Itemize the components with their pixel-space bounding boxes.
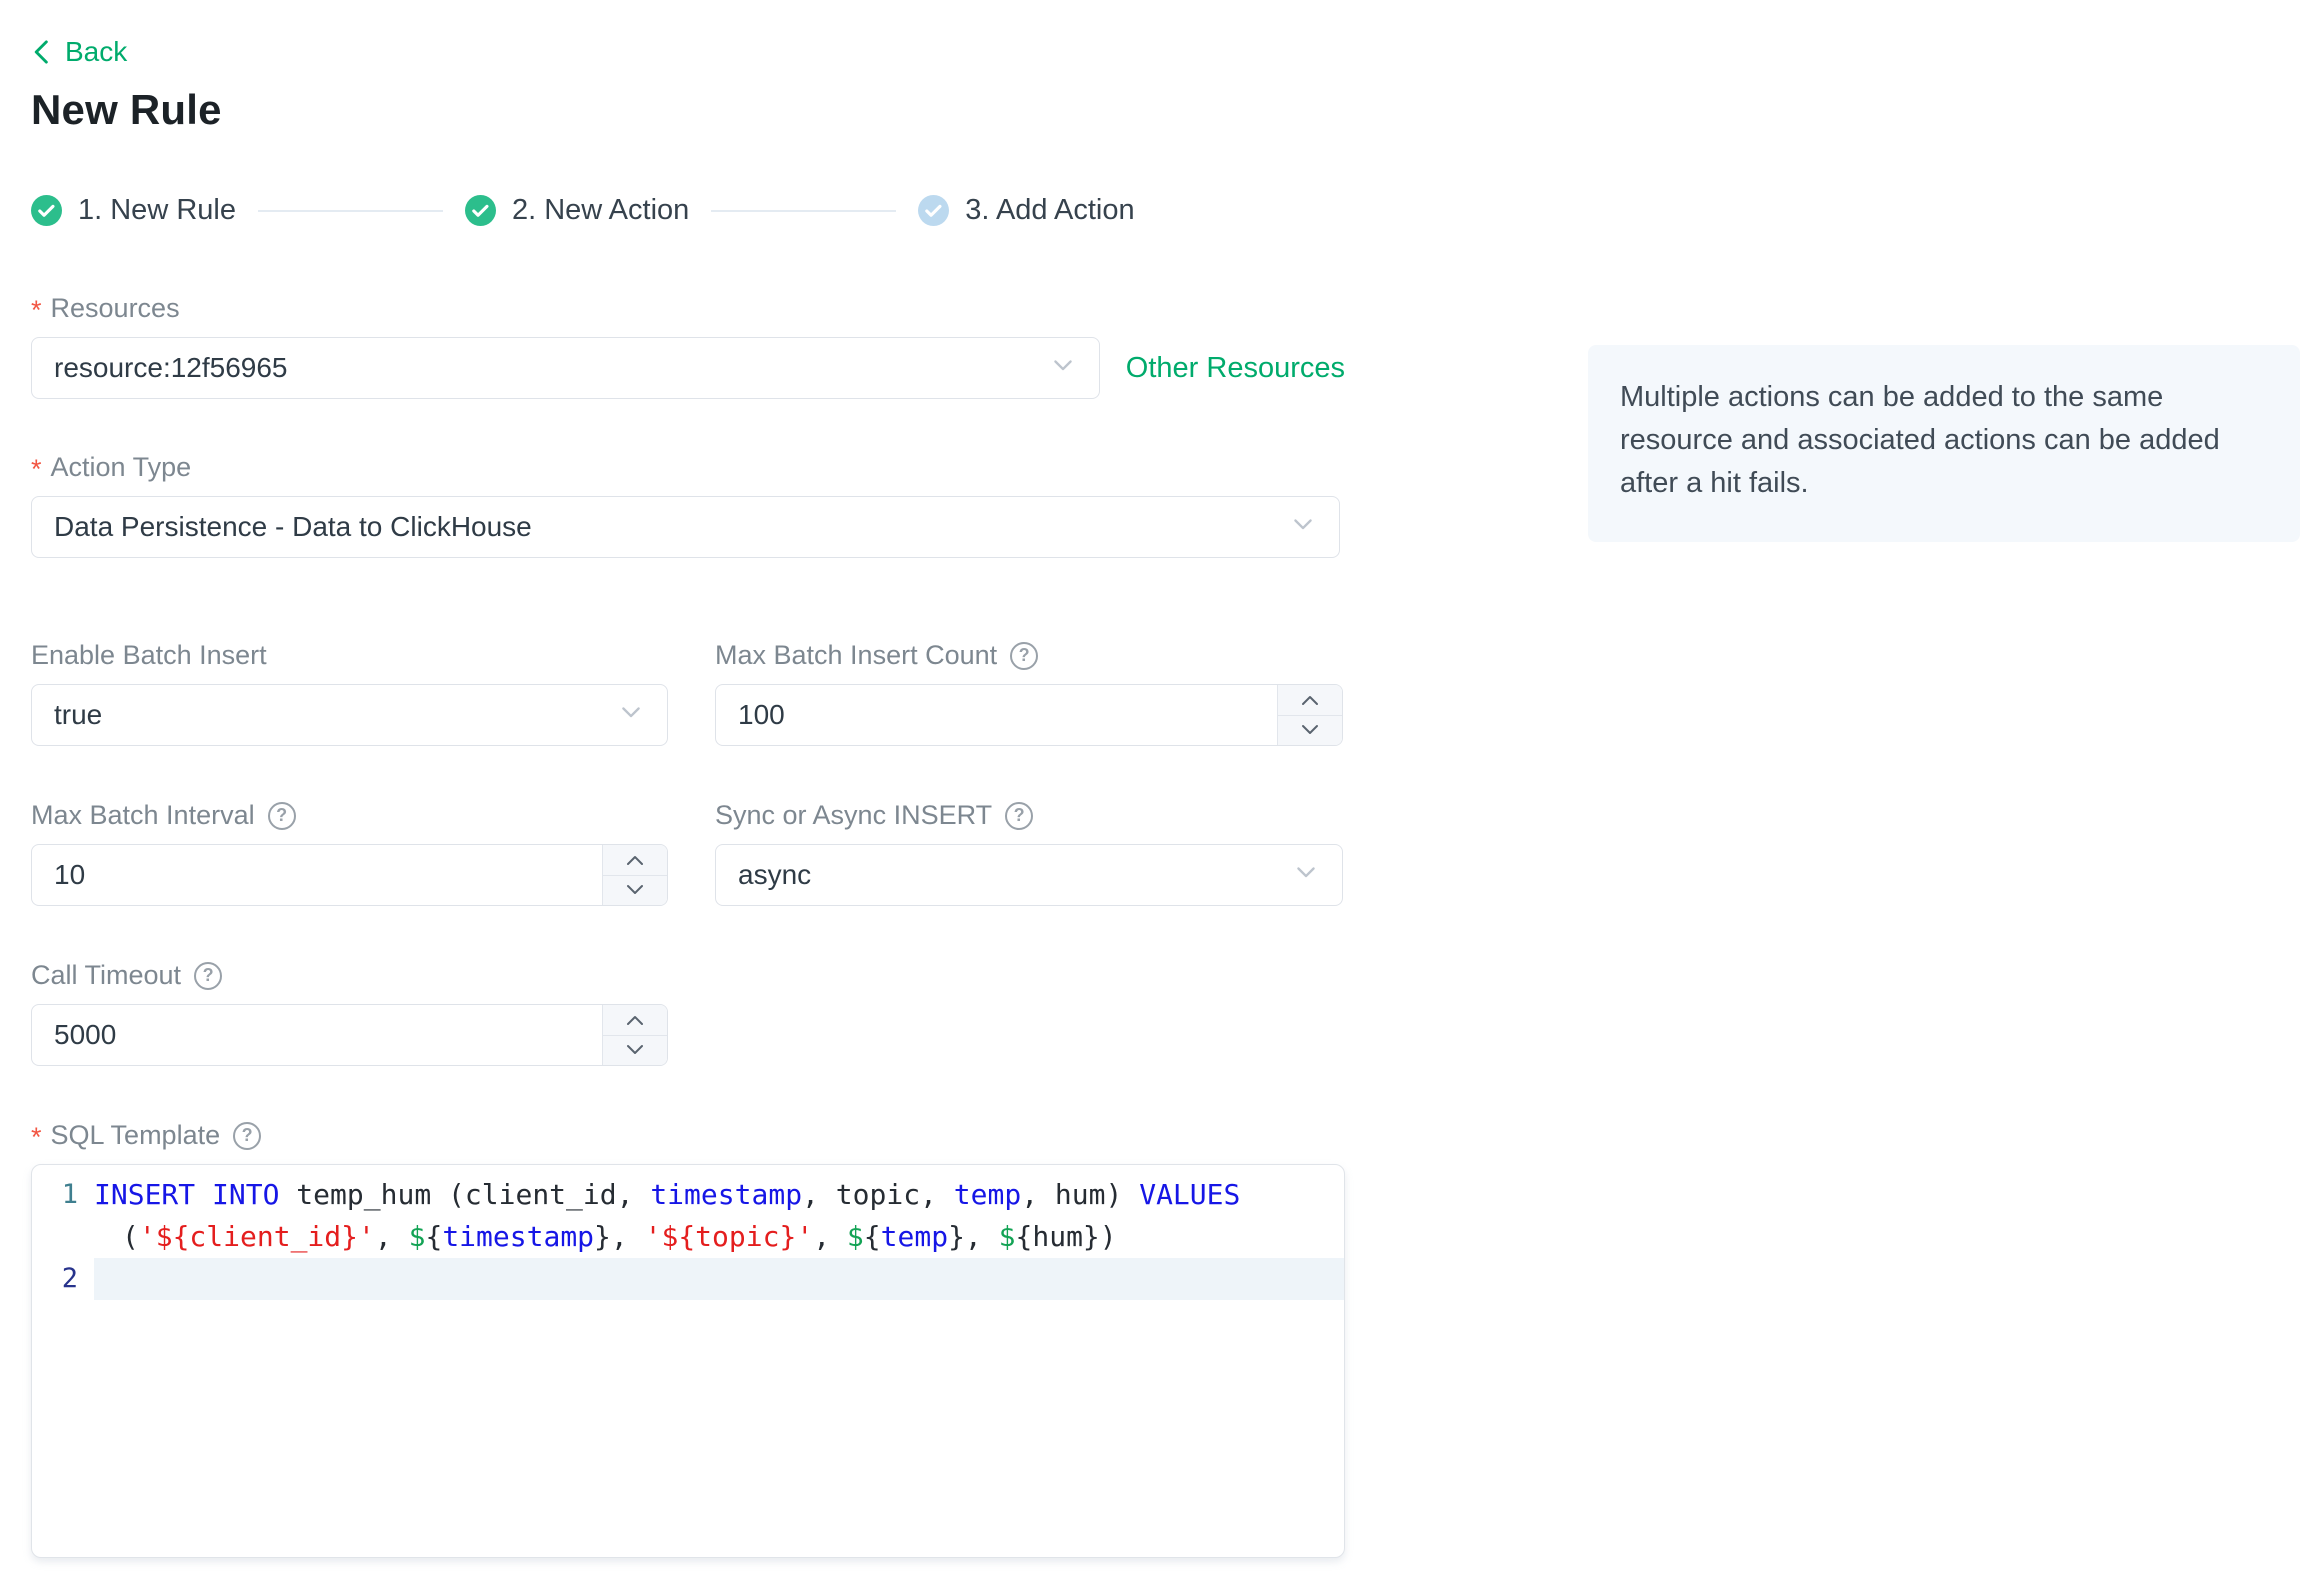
step-add-action: 3. Add Action	[918, 194, 1135, 227]
form-item-max-batch-interval: Max Batch Interval ? 10	[31, 800, 668, 906]
max-batch-interval-value[interactable]: 10	[32, 859, 602, 891]
form-item-sql-template: * SQL Template ? 1 INSERT INTO temp_hum (…	[31, 1120, 1345, 1558]
back-label: Back	[65, 36, 128, 67]
decrement-button[interactable]	[1278, 715, 1342, 745]
line-number: 1	[61, 1179, 78, 1210]
help-icon[interactable]: ?	[1010, 641, 1039, 670]
action-type-label: * Action Type	[31, 452, 192, 484]
chevron-down-icon	[1049, 351, 1077, 386]
form-item-max-batch-insert-count: Max Batch Insert Count ? 100	[715, 640, 1343, 746]
step-new-action: 2. New Action	[464, 194, 690, 227]
check-circle-icon	[31, 195, 62, 226]
chevron-down-icon	[1289, 510, 1317, 545]
step-label: 2. New Action	[511, 194, 690, 226]
max-batch-interval-label: Max Batch Interval ?	[31, 800, 668, 831]
sql-code-editor[interactable]: 1 INSERT INTO temp_hum (client_id, timest…	[31, 1164, 1345, 1558]
help-icon[interactable]: ?	[1005, 801, 1034, 830]
sync-async-insert-select[interactable]: async	[715, 844, 1343, 906]
enable-batch-insert-select[interactable]: true	[31, 684, 668, 746]
stepper: 1. New Rule 2. New Action 3. Add Action	[31, 194, 2310, 227]
page-title: New Rule	[31, 86, 222, 133]
resources-label: * Resources	[31, 293, 180, 325]
increment-button[interactable]	[603, 1005, 667, 1036]
sync-async-insert-value: async	[738, 859, 812, 890]
form-item-resources: * Resources resource:12f56965 Other Reso…	[31, 293, 1345, 399]
code-line	[94, 1258, 1344, 1300]
rule-form: * Resources resource:12f56965 Other Reso…	[31, 293, 1345, 1558]
back-button[interactable]: Back	[31, 36, 127, 68]
sync-async-insert-label: Sync or Async INSERT ?	[715, 800, 1343, 831]
code-lines: 1 INSERT INTO temp_hum (client_id, timest…	[32, 1174, 1344, 1300]
max-batch-insert-count-label: Max Batch Insert Count ?	[715, 640, 1343, 671]
chevron-down-icon	[617, 698, 645, 733]
action-type-select[interactable]: Data Persistence - Data to ClickHouse	[31, 496, 1340, 558]
resources-select-value: resource:12f56965	[54, 352, 288, 383]
step-connector	[257, 209, 443, 212]
max-batch-interval-input: 10	[31, 844, 668, 906]
action-type-select-value: Data Persistence - Data to ClickHouse	[54, 511, 532, 542]
form-item-enable-batch-insert: Enable Batch Insert true	[31, 640, 668, 746]
code-line: INSERT INTO temp_hum (client_id, timesta…	[94, 1178, 1241, 1211]
number-stepper	[602, 1005, 667, 1065]
chevron-left-icon	[31, 39, 53, 65]
increment-button[interactable]	[1278, 685, 1342, 716]
code-line: ('${client_id}', ${timestamp}, '${topic}…	[122, 1220, 1117, 1253]
enable-batch-insert-value: true	[54, 699, 103, 730]
number-stepper	[602, 845, 667, 905]
form-item-sync-async-insert: Sync or Async INSERT ? async	[715, 800, 1343, 906]
help-icon[interactable]: ?	[233, 1121, 262, 1150]
check-circle-icon	[464, 195, 496, 226]
step-connector	[711, 209, 897, 212]
max-batch-insert-count-value[interactable]: 100	[716, 699, 1277, 731]
required-asterisk: *	[31, 295, 42, 325]
step-new-rule: 1. New Rule	[31, 194, 236, 227]
call-timeout-label: Call Timeout ?	[31, 960, 1345, 991]
resources-select[interactable]: resource:12f56965	[31, 337, 1100, 399]
check-circle-pending-icon	[918, 195, 950, 226]
form-item-action-type: * Action Type Data Persistence - Data to…	[31, 452, 1345, 558]
chevron-down-icon	[1292, 858, 1320, 893]
decrement-button[interactable]	[603, 875, 667, 905]
resource-info-tip: Multiple actions can be added to the sam…	[1588, 345, 2300, 542]
number-stepper	[1277, 685, 1342, 745]
step-label: 1. New Rule	[78, 194, 236, 226]
increment-button[interactable]	[603, 845, 667, 876]
help-icon[interactable]: ?	[194, 961, 223, 990]
required-asterisk: *	[31, 454, 42, 484]
enable-batch-insert-label: Enable Batch Insert	[31, 640, 267, 670]
required-asterisk: *	[31, 1122, 42, 1152]
call-timeout-input: 5000	[31, 1004, 668, 1066]
line-number: 2	[61, 1263, 78, 1294]
call-timeout-value[interactable]: 5000	[32, 1019, 602, 1051]
max-batch-insert-count-input: 100	[715, 684, 1343, 746]
form-item-call-timeout: Call Timeout ? 5000	[31, 960, 1345, 1066]
decrement-button[interactable]	[603, 1035, 667, 1065]
sql-template-label: * SQL Template ?	[31, 1120, 1345, 1152]
other-resources-link[interactable]: Other Resources	[1126, 352, 1345, 385]
help-icon[interactable]: ?	[267, 801, 296, 830]
step-label: 3. Add Action	[965, 194, 1135, 226]
new-rule-page: Back New Rule 1. New Rule 2. New Action …	[0, 0, 2310, 1586]
